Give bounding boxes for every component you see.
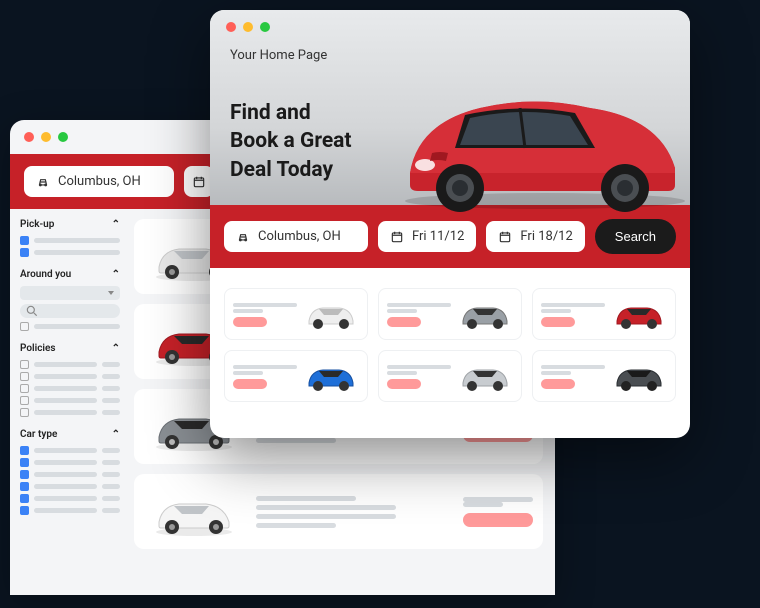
home-window: Your Home Page Find and Book a Great Dea… — [210, 10, 690, 438]
price-badge — [463, 513, 533, 527]
filter-around-you: Around you ⌃ — [20, 269, 120, 331]
price-badge — [541, 317, 575, 327]
filter-title: Policies — [20, 343, 56, 354]
price-badge — [387, 317, 421, 327]
filters-sidebar: Pick-up ⌃ Around you ⌃ Polici — [10, 209, 130, 559]
filter-option[interactable] — [20, 322, 120, 331]
hero: Your Home Page Find and Book a Great Dea… — [210, 10, 690, 205]
filter-option[interactable] — [20, 248, 120, 257]
search-input[interactable] — [20, 304, 120, 318]
minimize-icon[interactable] — [41, 132, 51, 142]
maximize-icon[interactable] — [260, 22, 270, 32]
car-icon — [36, 175, 50, 189]
deal-card[interactable] — [378, 288, 522, 340]
deal-card[interactable] — [224, 288, 368, 340]
location-text: Columbus, OH — [258, 229, 341, 244]
location-input[interactable]: Columbus, OH — [224, 221, 368, 252]
close-icon[interactable] — [226, 22, 236, 32]
filter-pickup: Pick-up ⌃ — [20, 219, 120, 257]
filter-option[interactable] — [20, 384, 120, 393]
price-badge — [233, 317, 267, 327]
car-image — [457, 359, 513, 393]
close-icon[interactable] — [24, 132, 34, 142]
filter-policies: Policies ⌃ — [20, 343, 120, 417]
checkbox-icon — [20, 494, 29, 503]
calendar-icon — [390, 230, 404, 244]
date-text: Fri 11/12 — [412, 229, 464, 244]
checkbox-icon — [20, 408, 29, 417]
result-card[interactable] — [134, 474, 543, 549]
car-image — [303, 359, 359, 393]
car-image — [303, 297, 359, 331]
calendar-icon — [192, 175, 206, 189]
filter-header[interactable]: Pick-up ⌃ — [20, 219, 120, 230]
car-image — [611, 297, 667, 331]
deal-card[interactable] — [532, 350, 676, 402]
checkbox-icon — [20, 396, 29, 405]
fg-search-bar: Columbus, OH Fri 11/12 Fri 18/12 Search — [210, 205, 690, 268]
filter-title: Pick-up — [20, 219, 54, 230]
location-input[interactable]: Columbus, OH — [24, 166, 174, 197]
checkbox-icon — [20, 506, 29, 515]
deals-grid — [210, 268, 690, 422]
search-button[interactable]: Search — [595, 219, 676, 254]
checkbox-icon — [20, 372, 29, 381]
car-icon — [236, 230, 250, 244]
checkbox-icon — [20, 384, 29, 393]
filter-car-type: Car type ⌃ — [20, 429, 120, 515]
filter-option[interactable] — [20, 236, 120, 245]
search-icon — [25, 304, 39, 318]
deal-card[interactable] — [378, 350, 522, 402]
pickup-date-input[interactable]: Fri 11/12 — [378, 221, 476, 252]
checkbox-icon — [20, 322, 29, 331]
chevron-up-icon: ⌃ — [112, 219, 120, 230]
checkbox-icon — [20, 248, 29, 257]
filter-option[interactable] — [20, 494, 120, 503]
minimize-icon[interactable] — [243, 22, 253, 32]
price-badge — [387, 379, 421, 389]
date-text: Fri 18/12 — [520, 229, 572, 244]
checkbox-icon — [20, 360, 29, 369]
filter-option[interactable] — [20, 372, 120, 381]
filter-title: Around you — [20, 269, 71, 280]
filter-option[interactable] — [20, 396, 120, 405]
location-text: Columbus, OH — [58, 174, 141, 189]
checkbox-icon — [20, 458, 29, 467]
return-date-input[interactable]: Fri 18/12 — [486, 221, 584, 252]
filter-header[interactable]: Car type ⌃ — [20, 429, 120, 440]
price-badge — [233, 379, 267, 389]
filter-option[interactable] — [20, 482, 120, 491]
chevron-up-icon: ⌃ — [112, 429, 120, 440]
checkbox-icon — [20, 446, 29, 455]
window-controls — [226, 22, 270, 32]
filter-option[interactable] — [20, 470, 120, 479]
checkbox-icon — [20, 236, 29, 245]
filter-option[interactable] — [20, 506, 120, 515]
car-image — [611, 359, 667, 393]
filter-header[interactable]: Around you ⌃ — [20, 269, 120, 280]
chevron-up-icon: ⌃ — [112, 343, 120, 354]
maximize-icon[interactable] — [58, 132, 68, 142]
filter-option[interactable] — [20, 360, 120, 369]
car-image — [457, 297, 513, 331]
dropdown[interactable] — [20, 286, 120, 300]
filter-option[interactable] — [20, 458, 120, 467]
chevron-up-icon: ⌃ — [112, 269, 120, 280]
filter-title: Car type — [20, 429, 57, 440]
deal-card[interactable] — [532, 288, 676, 340]
checkbox-icon — [20, 470, 29, 479]
deal-card[interactable] — [224, 350, 368, 402]
filter-option[interactable] — [20, 446, 120, 455]
car-image — [144, 484, 244, 539]
price-badge — [541, 379, 575, 389]
calendar-icon — [498, 230, 512, 244]
filter-option[interactable] — [20, 408, 120, 417]
filter-header[interactable]: Policies ⌃ — [20, 343, 120, 354]
hero-car-image — [370, 53, 690, 213]
checkbox-icon — [20, 482, 29, 491]
